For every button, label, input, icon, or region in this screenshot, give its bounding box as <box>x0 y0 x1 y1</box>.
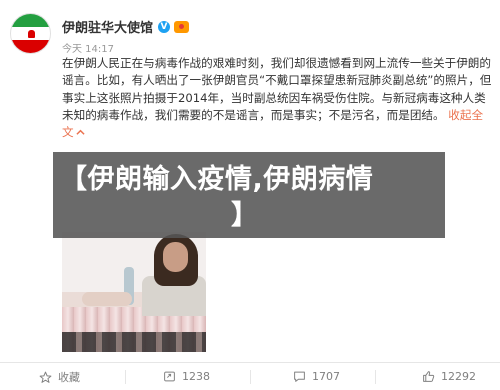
verified-icon: V <box>158 20 171 33</box>
comment-icon <box>292 369 306 383</box>
photo-visitors <box>62 332 206 352</box>
repost-button[interactable]: 1238 <box>162 369 210 383</box>
favorite-label: 收藏 <box>58 371 80 384</box>
flag-green-stripe <box>11 14 50 27</box>
avatar[interactable] <box>10 13 51 54</box>
photo-hand <box>82 292 132 306</box>
flag-red-stripe <box>11 40 50 53</box>
repost-icon <box>162 369 176 383</box>
author-row: 伊朗驻华大使馆 V <box>62 17 190 36</box>
comment-count: 1707 <box>312 369 340 383</box>
like-button[interactable]: 12292 <box>421 369 476 383</box>
caption-line-1: 【伊朗输入疫情,伊朗病情 <box>60 164 374 195</box>
repost-count: 1238 <box>182 369 210 383</box>
like-count: 12292 <box>441 369 476 383</box>
action-separator <box>125 370 126 384</box>
emblem-icon <box>28 30 35 38</box>
photo-face <box>163 242 188 272</box>
post-body-text: 在伊朗人民正在与病毒作战的艰难时刻，我们却很遗憾看到网上流传一些关于伊朗的谣言。… <box>62 56 492 122</box>
vip-badge-icon[interactable] <box>174 20 190 33</box>
post-body: 在伊朗人民正在与病毒作战的艰难时刻，我们却很遗憾看到网上流传一些关于伊朗的谣言。… <box>62 55 492 141</box>
comment-button[interactable]: 1707 <box>292 369 340 383</box>
action-separator <box>375 370 376 384</box>
star-icon <box>38 370 52 384</box>
caption-line-2: 】 <box>231 200 258 231</box>
author-name[interactable]: 伊朗驻华大使馆 <box>62 17 153 36</box>
thumbs-up-icon <box>421 369 435 383</box>
chevron-up-icon <box>76 129 85 135</box>
post-photo[interactable] <box>62 232 206 352</box>
post-time[interactable]: 今天 14:17 <box>62 40 114 55</box>
favorite-button[interactable]: 收藏 <box>38 369 80 385</box>
action-bar-divider <box>0 362 500 363</box>
action-separator <box>250 370 251 384</box>
